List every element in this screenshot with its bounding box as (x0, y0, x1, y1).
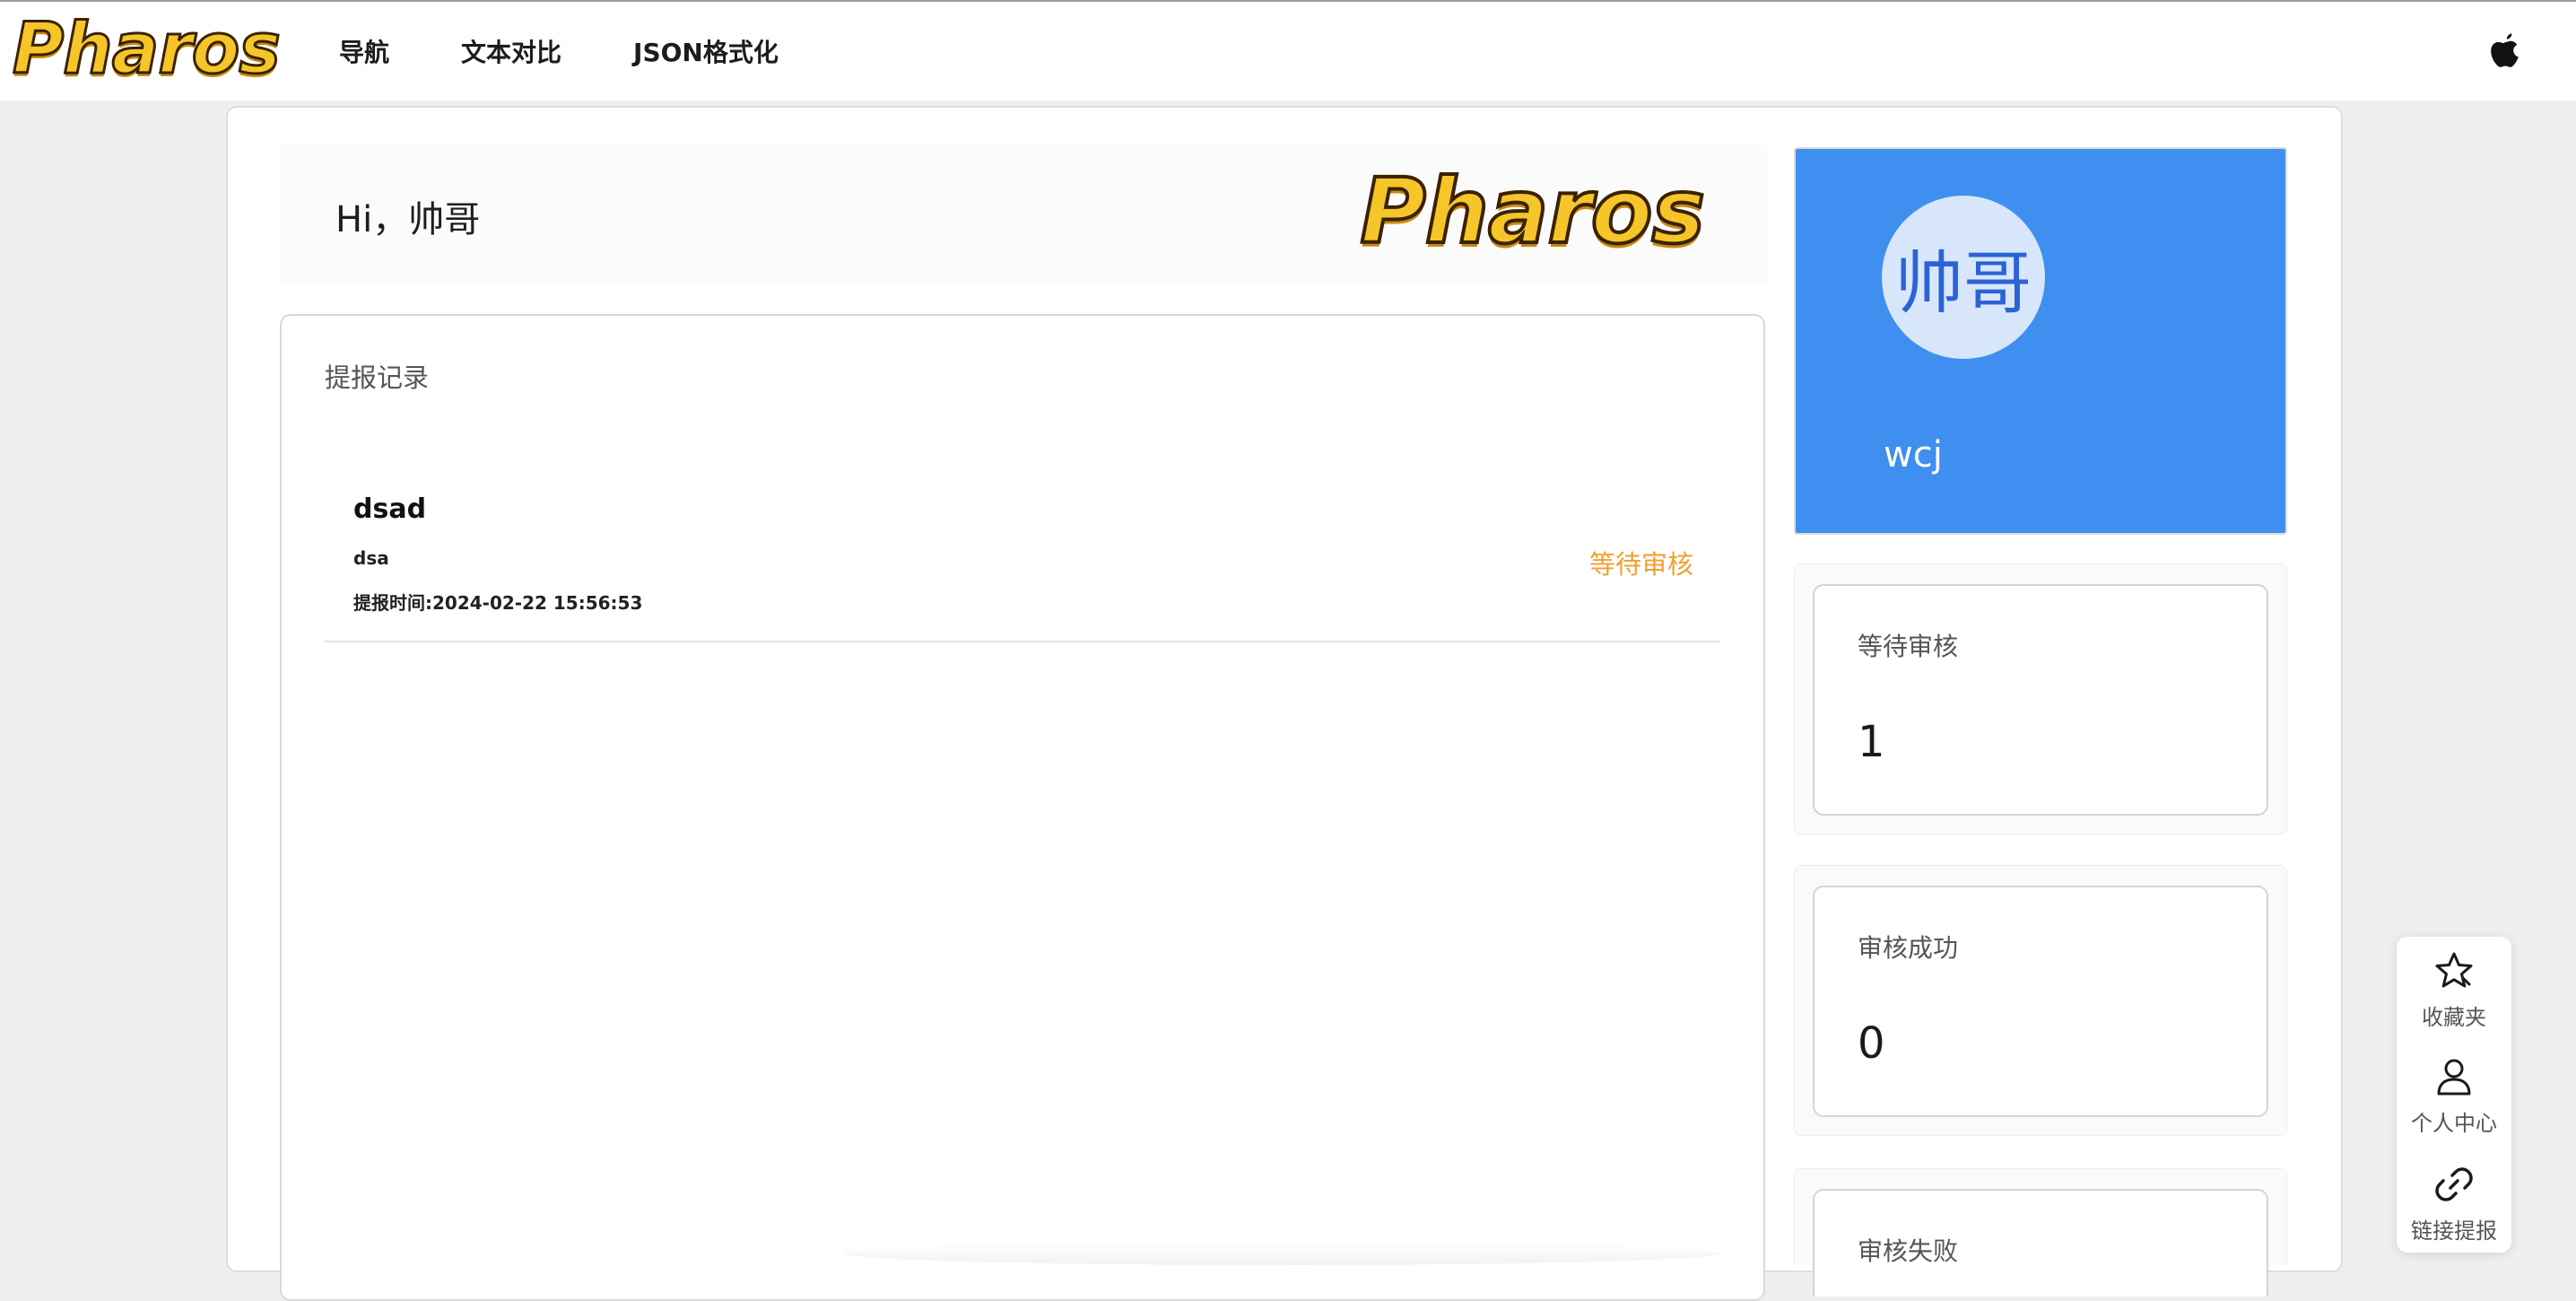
scroll-shadow (843, 1242, 1722, 1265)
stat-failed-wrap: 审核失败 (1794, 1168, 2287, 1297)
nav-link-navigation[interactable]: 导航 (339, 33, 389, 69)
nav-links: 导航 文本对比 JSON格式化 (339, 2, 779, 100)
avatar[interactable]: 帅哥 (1882, 196, 2045, 359)
records-panel: 提报记录 dsad dsa 提报时间:2024-02-22 15:56:53 等… (280, 314, 1765, 1301)
stat-label: 审核成功 (1858, 933, 1959, 963)
record-item[interactable]: dsad dsa 提报时间:2024-02-22 15:56:53 等待审核 (325, 493, 1720, 642)
stat-pending-wrap: 等待审核 1 (1794, 563, 2287, 834)
float-label: 收藏夹 (2422, 1005, 2486, 1030)
record-title: dsad (353, 493, 427, 525)
float-item-personal-center[interactable]: 个人中心 (2397, 1055, 2511, 1137)
greeting-text: Hi，帅哥 (335, 199, 481, 240)
stat-label: 审核失败 (1858, 1236, 1959, 1266)
stat-card-success[interactable]: 审核成功 0 (1813, 886, 2268, 1117)
stat-value: 0 (1858, 1018, 1885, 1069)
top-navbar: Pharos 导航 文本对比 JSON格式化 (0, 0, 2576, 100)
link-icon (2435, 1167, 2473, 1201)
stat-value: 1 (1858, 717, 1885, 767)
float-label: 个人中心 (2411, 1111, 2497, 1136)
stat-card-pending[interactable]: 等待审核 1 (1813, 584, 2268, 816)
nav-link-json-format[interactable]: JSON格式化 (633, 33, 779, 69)
float-label: 链接提报 (2411, 1218, 2497, 1244)
floating-menu: 收藏夹 个人中心 链接提报 (2397, 937, 2511, 1253)
profile-card: 帅哥 wcj (1794, 147, 2287, 535)
float-item-link-report[interactable]: 链接提报 (2397, 1163, 2511, 1244)
apple-icon[interactable] (2488, 32, 2522, 70)
brand-logo[interactable]: Pharos (12, 13, 283, 86)
records-title: 提报记录 (325, 362, 430, 393)
star-icon (2435, 952, 2473, 988)
record-status-badge: 等待审核 (1588, 549, 1693, 580)
greeting-banner: Hi，帅哥 Pharos (280, 145, 1767, 285)
nav-link-text-compare[interactable]: 文本对比 (461, 33, 561, 69)
stat-label: 等待审核 (1858, 632, 1959, 661)
record-time: 提报时间:2024-02-22 15:56:53 (353, 592, 643, 614)
person-icon (2437, 1059, 2471, 1096)
record-description: dsa (353, 547, 389, 569)
stat-success-wrap: 审核成功 0 (1794, 865, 2287, 1136)
float-item-favorites[interactable]: 收藏夹 (2397, 949, 2511, 1031)
username: wcj (1884, 434, 1943, 476)
banner-logo: Pharos (1358, 159, 1707, 264)
stat-card-failed[interactable]: 审核失败 (1813, 1189, 2268, 1297)
